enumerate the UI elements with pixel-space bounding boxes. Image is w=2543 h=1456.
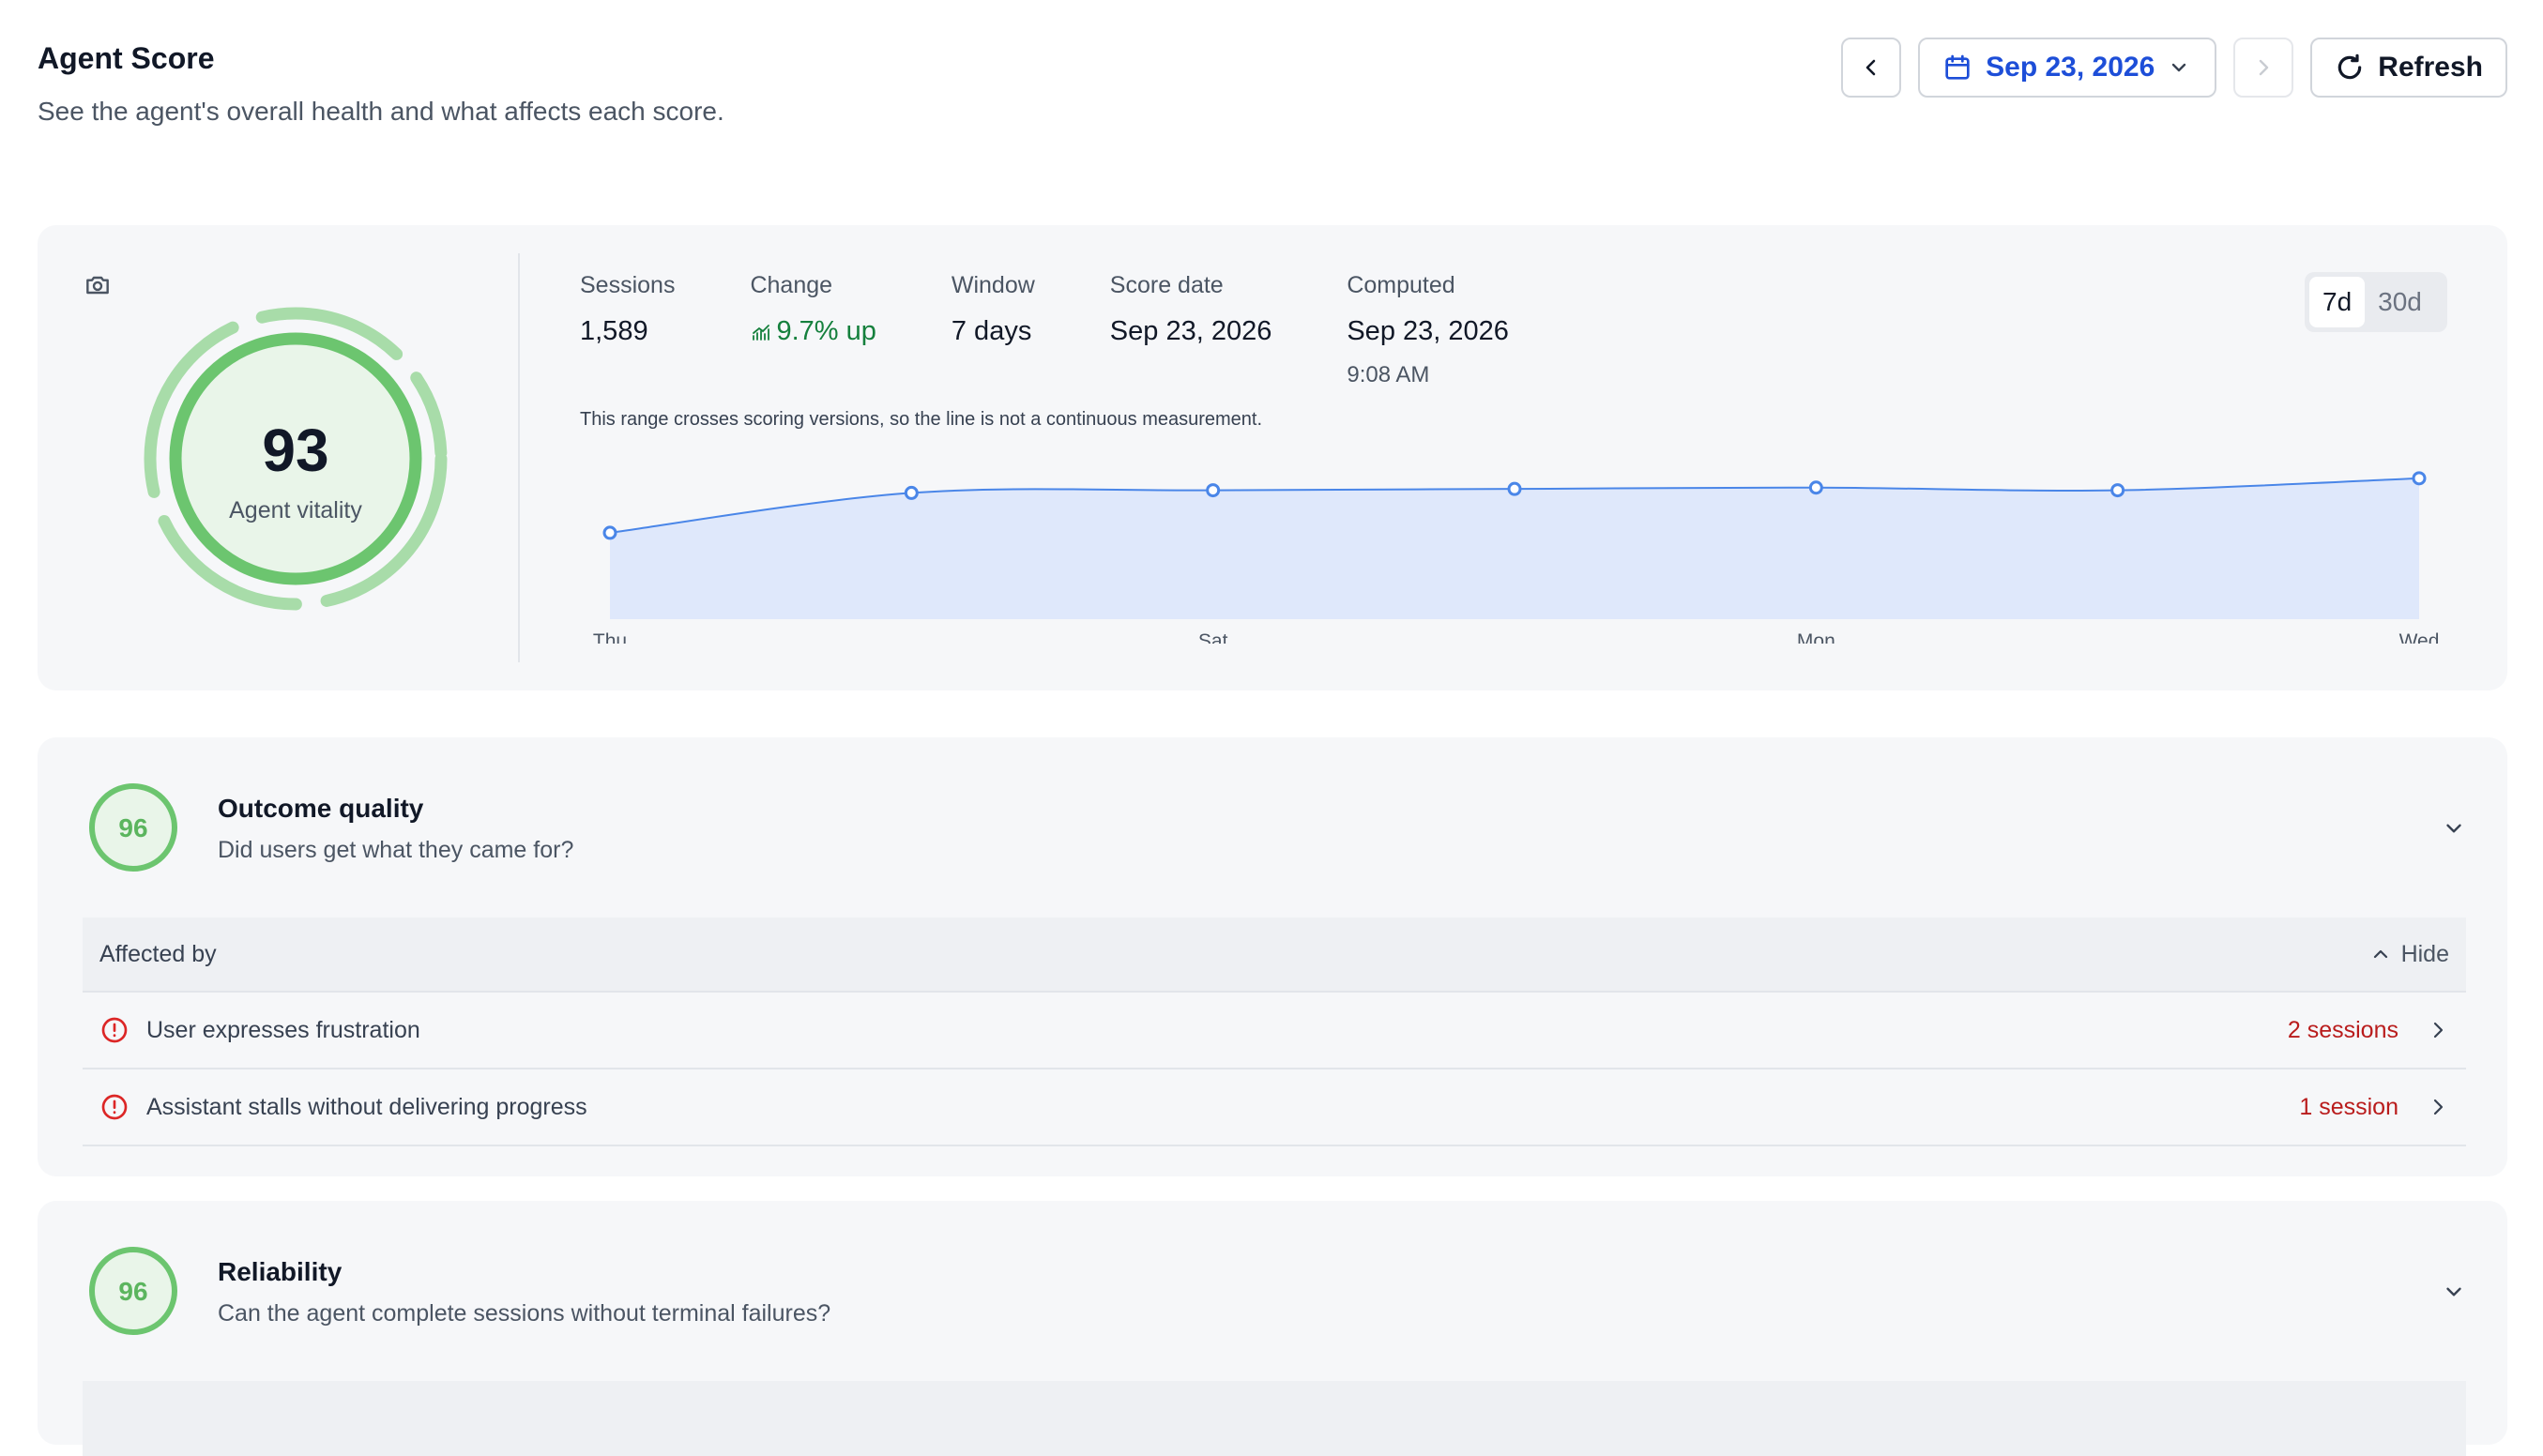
trend-point[interactable] [1507, 481, 1522, 496]
outcome-quality-description: Did users get what they came for? [218, 837, 574, 863]
stat-value: Sep 23, 2026 [1109, 316, 1272, 346]
stat-window: Window 7 days [952, 272, 1035, 388]
previous-date-button[interactable] [1841, 38, 1902, 98]
reliability-score: 96 [118, 1277, 147, 1306]
vitality-gauge: 93 Agent vitality [144, 307, 448, 611]
vitality-trend-chart: Thu Sat Mon Wed [593, 471, 2440, 644]
card-divider [518, 253, 520, 662]
change-value: 9.7% up [776, 316, 876, 346]
affected-row[interactable]: User expresses frustration 2 sessions [83, 993, 2466, 1069]
chevron-up-icon [2373, 949, 2387, 959]
page-subtitle: See the agent's overall health and what … [38, 97, 724, 126]
hide-button[interactable]: Hide [2369, 941, 2449, 968]
vitality-label: Agent vitality [229, 497, 362, 523]
stat-change: Change 9.7% up [750, 272, 876, 388]
stat-label: Sessions [580, 272, 676, 298]
stat-sessions: Sessions 1,589 [580, 272, 675, 388]
next-date-button[interactable] [2233, 38, 2294, 98]
trend-point[interactable] [2110, 483, 2125, 498]
chevron-left-icon [1865, 59, 1876, 76]
affected-session-count[interactable]: 1 session [2299, 1094, 2398, 1121]
outcome-quality-card: 96 Outcome quality Did users get what th… [38, 737, 2507, 1176]
page-title: Agent Score [38, 41, 215, 75]
reliability-description: Can the agent complete sessions without … [218, 1300, 831, 1327]
stats-row: Sessions 1,589 Change 9.7% up Window 7 d… [580, 272, 1584, 388]
trend-point[interactable] [602, 525, 617, 540]
affected-label: User expresses frustration [146, 1016, 420, 1043]
trend-area [610, 478, 2419, 619]
computed-time: 9:08 AM [1347, 362, 1430, 387]
affected-row[interactable]: Assistant stalls without delivering prog… [83, 1069, 2466, 1146]
score-overview-card: 93 Agent vitality Sessions 1,589 Change … [38, 225, 2507, 690]
affected-by-header: Affected by Hide [83, 918, 2466, 993]
range-toggle: 7d 30d [2305, 272, 2447, 332]
x-tick-label: Mon [1797, 630, 1835, 644]
x-tick-label: Thu [593, 630, 627, 644]
chevron-down-icon[interactable] [2442, 1280, 2466, 1309]
alert-circle-icon [101, 1094, 128, 1120]
affected-session-count[interactable]: 2 sessions [2288, 1017, 2398, 1044]
trend-point[interactable] [2412, 471, 2427, 486]
affected-by-label: Affected by [99, 940, 217, 967]
chevron-right-icon [2433, 1022, 2444, 1039]
reliability-affected-header [83, 1381, 2466, 1456]
calendar-icon [1945, 54, 1970, 80]
trend-point[interactable] [1808, 480, 1823, 495]
date-toolbar: Sep 23, 2026 Refresh [1841, 38, 2507, 98]
trend-point[interactable] [1206, 483, 1221, 498]
reliability-card: 96 Reliability Can the agent complete se… [38, 1201, 2507, 1456]
date-picker-button[interactable]: Sep 23, 2026 [1918, 38, 2217, 98]
trend-point[interactable] [904, 485, 919, 500]
hide-label: Hide [2400, 940, 2449, 967]
refresh-button[interactable]: Refresh [2310, 38, 2507, 98]
stat-label: Change [750, 272, 833, 298]
chevron-right-icon [2433, 1099, 2444, 1115]
affected-by-section: Affected by Hide User expresses frustrat… [83, 918, 2466, 1146]
range-7d-button[interactable]: 7d [2309, 277, 2366, 327]
chevron-down-icon [2172, 63, 2186, 72]
alert-circle-icon [101, 1017, 128, 1043]
stat-value-change: 9.7% up [750, 316, 876, 347]
stat-label: Computed [1347, 272, 1455, 298]
chevron-right-icon [2260, 59, 2269, 76]
reliability-score-ring: 96 [89, 1247, 177, 1335]
outcome-quality-score: 96 [118, 813, 147, 842]
range-30d-button[interactable]: 30d [2365, 277, 2435, 327]
stat-label: Window [951, 272, 1035, 298]
stat-value: 1,589 [580, 316, 648, 346]
selected-date: Sep 23, 2026 [1986, 52, 2155, 83]
stat-score-date: Score date Sep 23, 2026 [1110, 272, 1272, 388]
stat-label: Score date [1109, 272, 1224, 298]
camera-icon[interactable] [83, 270, 113, 305]
reliability-title: Reliability [218, 1257, 343, 1286]
stat-computed: Computed Sep 23, 2026 9:08 AM [1347, 272, 1509, 388]
page-header: Agent Score See the agent's overall heal… [38, 41, 724, 127]
stat-value: Sep 23, 2026 [1347, 316, 1509, 346]
trend-up-icon [753, 324, 770, 341]
refresh-label: Refresh [2378, 52, 2483, 83]
scoring-version-note: This range crosses scoring versions, so … [580, 409, 1263, 430]
x-tick-label: Sat [1198, 630, 1228, 644]
chevron-down-icon[interactable] [2442, 816, 2466, 845]
outcome-quality-title: Outcome quality [218, 794, 424, 823]
affected-label: Assistant stalls without delivering prog… [146, 1093, 587, 1120]
refresh-icon [2338, 53, 2362, 80]
x-tick-label: Wed [2399, 630, 2440, 644]
vitality-score: 93 [262, 417, 328, 484]
stat-value: 7 days [951, 316, 1032, 346]
outcome-quality-score-ring: 96 [89, 783, 177, 872]
